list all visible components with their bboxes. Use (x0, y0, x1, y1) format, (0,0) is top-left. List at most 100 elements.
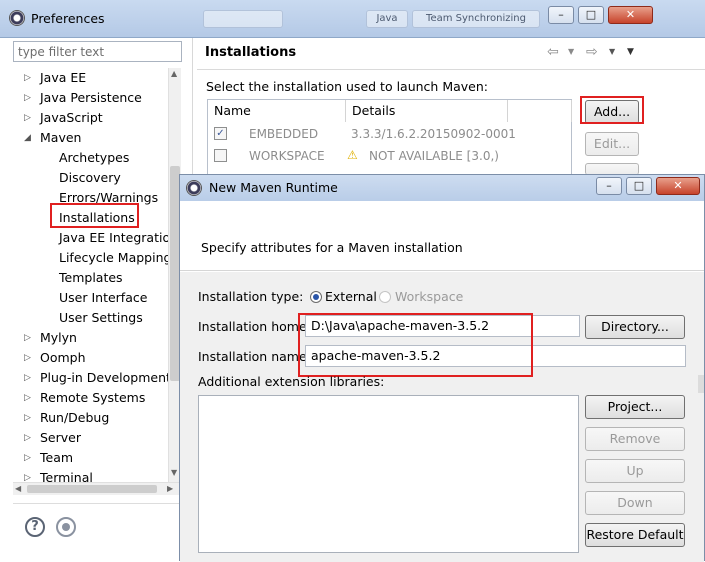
collapsed-arrow-icon[interactable]: ▷ (24, 428, 34, 448)
row-checkbox[interactable] (214, 149, 227, 162)
eclipse-icon (9, 10, 25, 26)
filter-input[interactable] (13, 41, 182, 62)
tree-item-run-debug[interactable]: ▷ Run/Debug (13, 408, 168, 428)
extension-libraries-list[interactable] (198, 395, 579, 553)
up-button[interactable]: Up (585, 459, 685, 483)
dialog-edge-scroll (698, 375, 704, 393)
radio-workspace[interactable] (379, 291, 391, 303)
dialog-title: New Maven Runtime (209, 180, 338, 195)
select-installation-label: Select the installation used to launch M… (206, 79, 488, 94)
collapsed-arrow-icon[interactable]: ▷ (24, 468, 34, 482)
table-row[interactable]: WORKSPACE ⚠ NOT AVAILABLE [3.0,) (208, 145, 571, 167)
preferences-tree[interactable]: ▷ Java EE ▷ Java Persistence ▷ JavaScript ◢ Mav… (13, 68, 168, 482)
tree-item-server[interactable]: ▷ Server (13, 428, 168, 448)
tree-item-label: Remote Systems (40, 390, 146, 405)
page-title: Installations (205, 45, 297, 60)
dialog-close-button[interactable]: ✕ (656, 177, 700, 195)
tree-item-team[interactable]: ▷ Team (13, 448, 168, 468)
tree-item-archetypes[interactable]: Archetypes (13, 148, 168, 168)
add-button-highlight (580, 96, 644, 124)
dialog-maximize-button[interactable]: □ (626, 177, 652, 195)
tree-item-user-interface[interactable]: User Interface (13, 288, 168, 308)
remove-button[interactable]: Remove (585, 427, 685, 451)
dialog-minimize-button[interactable]: – (596, 177, 622, 195)
directory-button[interactable]: Directory... (585, 315, 685, 339)
collapsed-arrow-icon[interactable]: ▷ (24, 108, 34, 128)
tree-item-templates[interactable]: Templates (13, 268, 168, 288)
dialog-header (180, 201, 704, 271)
dialog-title-bar[interactable]: New Maven Runtime – □ ✕ (180, 175, 704, 201)
background-toolbar-blur (203, 10, 283, 28)
tree-item-terminal[interactable]: ▷ Terminal (13, 468, 168, 482)
table-row[interactable]: ✓ EMBEDDED 3.3.3/1.6.2.20150902-0001 (208, 123, 571, 145)
down-button[interactable]: Down (585, 491, 685, 515)
tree-item-label: Oomph (40, 350, 86, 365)
expanded-arrow-icon[interactable]: ◢ (24, 128, 34, 148)
tree-item-label: Mylyn (40, 330, 77, 345)
tree-item-label: Discovery (59, 170, 121, 185)
maximize-button[interactable]: □ (578, 6, 604, 24)
radio-workspace-label[interactable]: Workspace (395, 288, 463, 306)
close-button[interactable]: ✕ (608, 6, 653, 24)
tree-item-label: Plug-in Development (40, 370, 168, 385)
scroll-down-arrow-icon[interactable]: ▼ (171, 468, 177, 477)
tree-horizontal-scrollbar[interactable]: ◀ ▶ (13, 482, 181, 495)
collapsed-arrow-icon[interactable]: ▷ (24, 328, 34, 348)
radio-external-label[interactable]: External (325, 288, 377, 306)
tree-item-label: Server (40, 430, 81, 445)
column-header-details[interactable]: Details (346, 100, 508, 122)
collapsed-arrow-icon[interactable]: ▷ (24, 68, 34, 88)
tree-item-java-ee[interactable]: ▷ Java EE (13, 68, 168, 88)
row-name: EMBEDDED (249, 127, 319, 141)
edit-button[interactable]: Edit... (585, 132, 639, 156)
collapsed-arrow-icon[interactable]: ▷ (24, 408, 34, 428)
tree-item-java-persistence[interactable]: ▷ Java Persistence (13, 88, 168, 108)
tree-item-remote-systems[interactable]: ▷ Remote Systems (13, 388, 168, 408)
back-dropdown-icon[interactable]: ▼ (568, 47, 574, 56)
forward-dropdown-icon[interactable]: ▼ (609, 47, 615, 56)
left-pane-divider (13, 503, 181, 504)
project-button[interactable]: Project... (585, 395, 685, 419)
collapsed-arrow-icon[interactable]: ▷ (24, 88, 34, 108)
scroll-right-arrow-icon[interactable]: ▶ (167, 484, 173, 493)
restore-default-button[interactable]: Restore Default (585, 523, 685, 547)
tree-item-oomph[interactable]: ▷ Oomph (13, 348, 168, 368)
preferences-title-bar[interactable]: Preferences Java Team Synchronizing – □ … (0, 0, 705, 38)
tree-item-label: Maven (40, 130, 82, 145)
tree-item-mylyn[interactable]: ▷ Mylyn (13, 328, 168, 348)
tree-item-label: Terminal (40, 470, 93, 482)
tree-item-user-settings[interactable]: User Settings (13, 308, 168, 328)
background-tab-team-sync: Team Synchronizing (412, 10, 540, 28)
record-dot (62, 523, 70, 531)
tree-item-label: Lifecycle Mapping (59, 250, 168, 265)
tree-item-java-ee-integration[interactable]: Java EE Integration (13, 228, 168, 248)
tree-item-discovery[interactable]: Discovery (13, 168, 168, 188)
installations-table[interactable]: Name Details ✓ EMBEDDED 3.3.3/1.6.2.2015… (207, 99, 572, 175)
back-arrow-icon[interactable]: ⇦ (547, 44, 559, 60)
collapsed-arrow-icon[interactable]: ▷ (24, 388, 34, 408)
row-checkbox[interactable]: ✓ (214, 127, 227, 140)
tree-item-lifecycle-mapping[interactable]: Lifecycle Mapping (13, 248, 168, 268)
tree-item-javascript[interactable]: ▷ JavaScript (13, 108, 168, 128)
tree-item-label: Archetypes (59, 150, 130, 165)
extension-libraries-label: Additional extension libraries: (198, 374, 385, 389)
scroll-up-arrow-icon[interactable]: ▲ (171, 69, 177, 78)
tree-item-plug-in-development[interactable]: ▷ Plug-in Development (13, 368, 168, 388)
scroll-left-arrow-icon[interactable]: ◀ (15, 484, 21, 493)
tree-hscroll-thumb[interactable] (27, 485, 157, 493)
view-menu-icon[interactable]: ▼ (627, 47, 634, 57)
collapsed-arrow-icon[interactable]: ▷ (24, 348, 34, 368)
row-name: WORKSPACE (249, 149, 325, 163)
record-icon[interactable] (56, 517, 76, 537)
minimize-button[interactable]: – (548, 6, 574, 24)
collapsed-arrow-icon[interactable]: ▷ (24, 368, 34, 388)
tree-item-maven[interactable]: ◢ Maven (13, 128, 168, 148)
row-details: 3.3.3/1.6.2.20150902-0001 (351, 127, 516, 141)
collapsed-arrow-icon[interactable]: ▷ (24, 448, 34, 468)
tree-item-label: Templates (59, 270, 123, 285)
forward-arrow-icon[interactable]: ⇨ (586, 44, 598, 60)
radio-external[interactable] (310, 291, 322, 303)
help-icon[interactable]: ? (25, 517, 45, 537)
tree-item-label: User Settings (59, 310, 143, 325)
column-header-name[interactable]: Name (208, 100, 346, 122)
